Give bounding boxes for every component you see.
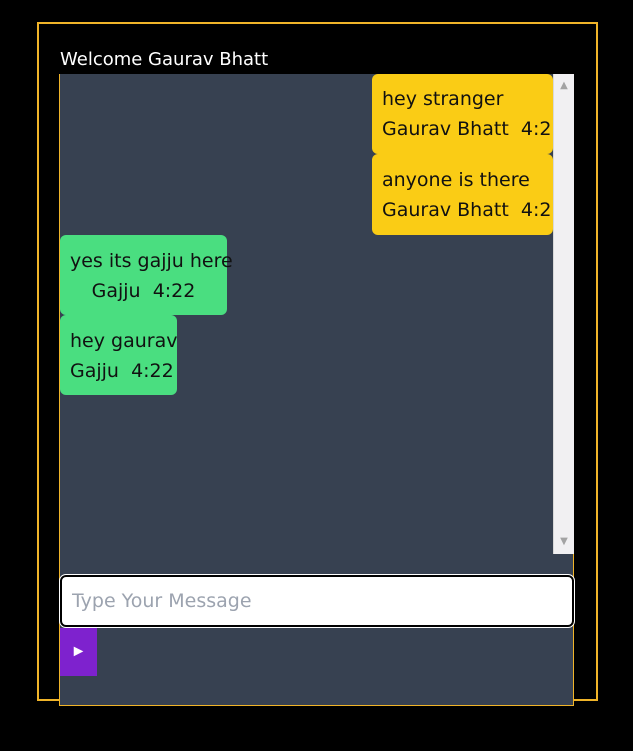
message-list-scrollbar[interactable]: ▲ ▼: [553, 74, 574, 554]
message-time: 4:22: [152, 280, 196, 302]
message-meta: Gajju 4:22: [70, 276, 217, 306]
message-text: hey stranger: [382, 88, 504, 110]
scroll-down-icon[interactable]: ▼: [554, 536, 574, 548]
message-sender: Gajju: [91, 280, 141, 302]
message-meta: Gajju 4:22: [70, 356, 174, 386]
message-text: hey gaurav: [70, 330, 178, 352]
scroll-up-icon[interactable]: ▲: [554, 80, 574, 92]
message-sender: Gajju: [70, 360, 119, 382]
message-list[interactable]: hey stranger Gaurav Bhatt 4:21 anyone is…: [60, 74, 553, 554]
message-bubble: anyone is there Gaurav Bhatt 4:21: [372, 154, 553, 235]
welcome-heading: Welcome Gaurav Bhatt: [60, 49, 269, 70]
message-text: anyone is there: [382, 169, 530, 191]
message-input-wrapper: [59, 574, 575, 628]
message-meta: Gaurav Bhatt 4:21: [382, 114, 553, 144]
message-meta: Gaurav Bhatt 4:21: [382, 195, 553, 225]
message-input[interactable]: [62, 577, 572, 625]
message-time: 4:22: [131, 360, 174, 382]
message-sender: Gaurav Bhatt: [382, 199, 509, 221]
message-sender: Gaurav Bhatt: [382, 118, 509, 140]
send-arrow-icon: ►: [70, 643, 87, 660]
message-bubble: hey gaurav Gajju 4:22: [60, 315, 177, 395]
message-bubble: hey stranger Gaurav Bhatt 4:21: [372, 74, 553, 154]
message-text: yes its gajju here: [70, 250, 233, 272]
message-time: 4:21: [520, 199, 553, 221]
send-button[interactable]: ►: [60, 628, 97, 676]
message-bubble: yes its gajju here Gajju 4:22: [60, 235, 233, 315]
message-time: 4:21: [520, 118, 553, 140]
